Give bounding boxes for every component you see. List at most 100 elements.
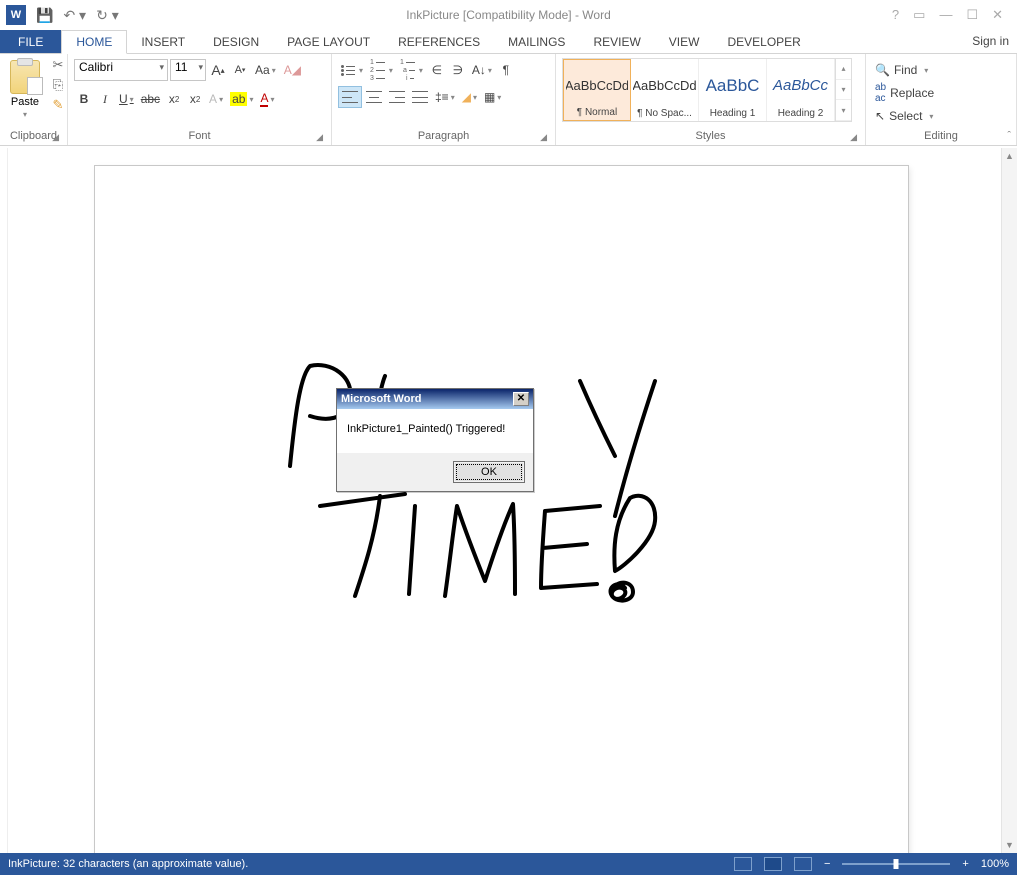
save-icon[interactable]: 💾	[36, 7, 53, 24]
tab-references[interactable]: REFERENCES	[384, 30, 494, 53]
paste-button[interactable]: Paste ▾	[6, 58, 44, 121]
dialog-title-bar[interactable]: Microsoft Word ✕	[337, 389, 533, 409]
underline-button[interactable]: U	[116, 88, 137, 110]
sign-in-link[interactable]: Sign in	[972, 34, 1009, 48]
font-size-select[interactable]: 11	[170, 59, 206, 81]
help-icon[interactable]: ?	[892, 7, 899, 23]
document-canvas: ▲ ▼	[0, 148, 1017, 853]
replace-icon: abac	[875, 82, 886, 104]
style-normal[interactable]: AaBbCcDd ¶ Normal	[563, 59, 631, 121]
align-center-button[interactable]	[363, 86, 385, 108]
group-label-styles: Styles	[696, 130, 726, 142]
ribbon-tabs: FILE HOME INSERT DESIGN PAGE LAYOUT REFE…	[0, 30, 1017, 54]
group-label-font: Font	[188, 130, 210, 142]
group-editing: 🔍Find▾ abacReplace ↖Select▾ Editing	[866, 54, 1017, 145]
text-effects-button[interactable]: A	[206, 88, 226, 110]
vertical-scrollbar[interactable]: ▲ ▼	[1001, 148, 1017, 853]
undo-icon[interactable]: ↶ ▾	[63, 7, 86, 24]
style-heading-2[interactable]: AaBbCc Heading 2	[767, 59, 835, 121]
select-button[interactable]: ↖Select▾	[872, 106, 937, 126]
bold-button[interactable]: B	[74, 88, 94, 110]
dialog-message: InkPicture1_Painted() Triggered!	[337, 409, 533, 453]
ribbon-display-icon[interactable]: ▭	[913, 7, 925, 23]
justify-button[interactable]	[409, 86, 431, 108]
select-icon: ↖	[875, 109, 885, 123]
align-right-button[interactable]	[386, 86, 408, 108]
tab-developer[interactable]: DEVELOPER	[713, 30, 814, 53]
copy-icon[interactable]	[50, 78, 66, 94]
read-mode-icon[interactable]	[734, 857, 752, 871]
tab-view[interactable]: VIEW	[655, 30, 714, 53]
minimize-icon[interactable]: —	[939, 7, 952, 23]
zoom-in-icon[interactable]: +	[962, 858, 968, 870]
paragraph-launcher-icon[interactable]: ◢	[540, 132, 547, 143]
close-icon[interactable]: ✕	[992, 7, 1003, 23]
find-button[interactable]: 🔍Find▾	[872, 60, 937, 80]
tab-home[interactable]: HOME	[61, 30, 127, 54]
highlight-button[interactable]: ab	[227, 88, 256, 110]
group-label-editing: Editing	[924, 130, 958, 142]
paste-icon	[10, 60, 40, 94]
replace-button[interactable]: abacReplace	[872, 83, 937, 103]
tab-page-layout[interactable]: PAGE LAYOUT	[273, 30, 384, 53]
print-layout-icon[interactable]	[764, 857, 782, 871]
bullets-button[interactable]	[338, 59, 366, 81]
cut-icon[interactable]	[50, 58, 66, 74]
maximize-icon[interactable]: ☐	[966, 7, 978, 23]
quick-access-toolbar: 💾 ↶ ▾ ↻ ▾	[36, 7, 119, 24]
title-bar: W 💾 ↶ ▾ ↻ ▾ InkPicture [Compatibility Mo…	[0, 0, 1017, 30]
increase-indent-icon[interactable]: ∋	[448, 59, 468, 81]
vertical-ruler	[0, 148, 8, 853]
page[interactable]	[95, 166, 908, 853]
scroll-up-icon[interactable]: ▲	[1002, 148, 1017, 164]
tab-design[interactable]: DESIGN	[199, 30, 273, 53]
collapse-ribbon-icon[interactable]: ˆ	[1007, 130, 1011, 142]
superscript-button[interactable]: x2	[185, 88, 205, 110]
numbering-button[interactable]: 123	[367, 59, 396, 81]
italic-button[interactable]: I	[95, 88, 115, 110]
show-marks-button[interactable]: ¶	[496, 59, 516, 81]
window-title: InkPicture [Compatibility Mode] - Word	[406, 8, 611, 22]
zoom-out-icon[interactable]: −	[824, 858, 830, 870]
align-left-button[interactable]	[338, 86, 362, 108]
change-case-button[interactable]: Aa	[252, 59, 279, 81]
line-spacing-button[interactable]: ‡≡	[432, 86, 458, 108]
ribbon: Paste ▾ Clipboard◢ Calibri 11 A▴ A▾ Aa A…	[0, 54, 1017, 146]
group-styles: AaBbCcDd ¶ Normal AaBbCcDd ¶ No Spac... …	[556, 54, 866, 145]
redo-icon[interactable]: ↻ ▾	[96, 7, 119, 24]
font-color-button[interactable]: A	[257, 88, 277, 110]
style-no-spacing[interactable]: AaBbCcDd ¶ No Spac...	[631, 59, 699, 121]
strikethrough-button[interactable]: abc	[138, 88, 163, 110]
decrease-indent-icon[interactable]: ∈	[427, 59, 447, 81]
borders-button[interactable]: ▦	[481, 86, 504, 108]
message-dialog: Microsoft Word ✕ InkPicture1_Painted() T…	[336, 388, 534, 492]
dialog-title: Microsoft Word	[341, 393, 421, 405]
find-icon: 🔍	[875, 63, 890, 77]
tab-insert[interactable]: INSERT	[127, 30, 199, 53]
tab-file[interactable]: FILE	[0, 30, 61, 53]
subscript-button[interactable]: x2	[164, 88, 184, 110]
zoom-level[interactable]: 100%	[981, 858, 1009, 870]
dialog-close-icon[interactable]: ✕	[513, 392, 529, 406]
styles-launcher-icon[interactable]: ◢	[850, 132, 857, 143]
sort-button[interactable]: A↓	[469, 59, 495, 81]
font-name-select[interactable]: Calibri	[74, 59, 168, 81]
clear-formatting-icon[interactable]: A◢	[281, 59, 304, 81]
shrink-font-icon[interactable]: A▾	[230, 59, 250, 81]
dialog-ok-button[interactable]: OK	[453, 461, 525, 483]
ink-drawing	[95, 166, 908, 853]
zoom-slider[interactable]	[842, 863, 950, 865]
word-app-icon: W	[6, 5, 26, 25]
scroll-down-icon[interactable]: ▼	[1002, 837, 1017, 853]
font-launcher-icon[interactable]: ◢	[316, 132, 323, 143]
web-layout-icon[interactable]	[794, 857, 812, 871]
style-heading-1[interactable]: AaBbC Heading 1	[699, 59, 767, 121]
clipboard-launcher-icon[interactable]: ◢	[52, 132, 59, 143]
tab-mailings[interactable]: MAILINGS	[494, 30, 579, 53]
grow-font-icon[interactable]: A▴	[208, 59, 228, 81]
shading-button[interactable]: ◢	[459, 86, 480, 108]
styles-gallery-more[interactable]: ▴▾▾	[835, 59, 851, 121]
multilevel-list-button[interactable]: 1ai	[397, 59, 426, 81]
format-painter-icon[interactable]	[50, 98, 66, 114]
tab-review[interactable]: REVIEW	[579, 30, 654, 53]
